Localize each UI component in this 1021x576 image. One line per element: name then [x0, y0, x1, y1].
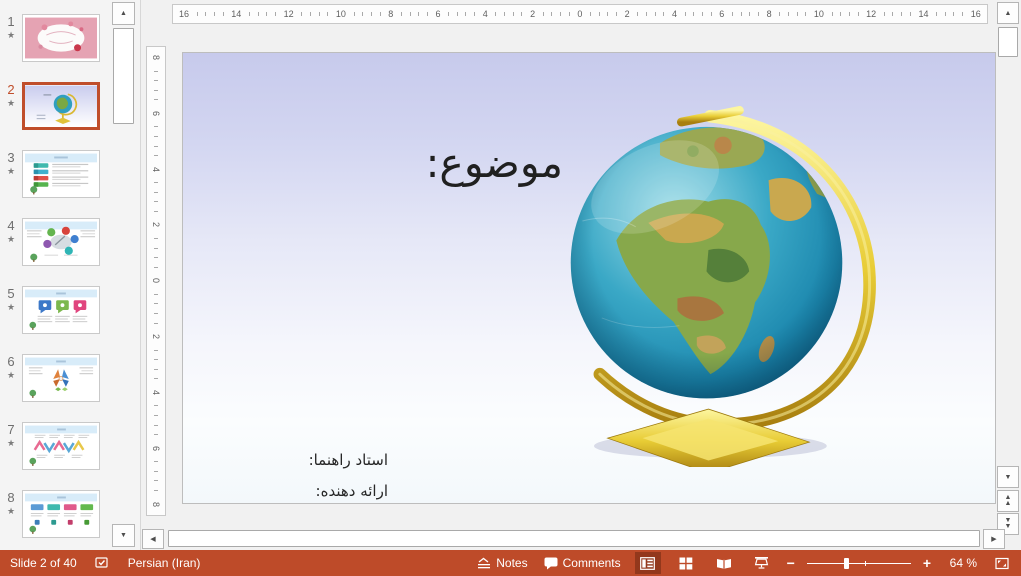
scroll-right-button[interactable]: ▶ [983, 529, 1005, 549]
arrow-shapes-slide-preview [25, 357, 97, 399]
zoom-in-button[interactable]: + [923, 556, 931, 570]
vertical-scrollbar-thumb[interactable] [998, 27, 1018, 57]
normal-view-icon [640, 557, 655, 570]
animation-star-icon: ★ [7, 234, 15, 244]
thumbnail-slide-8[interactable]: 8 ★ [0, 490, 100, 538]
four-column-slide-preview [25, 493, 97, 535]
slide-footer-textbox[interactable]: استاد راهنما: ارائه دهنده: [233, 445, 388, 504]
slide-show-button[interactable] [749, 552, 775, 574]
slide-number: 7 [7, 423, 14, 437]
thumbnail-slide-6[interactable]: 6 ★ [0, 354, 100, 402]
slide-sorter-icon [679, 557, 693, 570]
fit-slide-to-window-button[interactable] [989, 552, 1015, 574]
animation-star-icon: ★ [7, 302, 15, 312]
slide-thumbnail-panel: 1 ★ [0, 0, 141, 550]
thumbnail-graphic[interactable] [22, 150, 100, 198]
slide-indicator[interactable]: Slide 2 of 40 [10, 556, 77, 570]
slide-sorter-view-button[interactable] [673, 552, 699, 574]
thumbnails-scroll-up-button[interactable]: ▲ [112, 2, 135, 25]
zigzag-timeline-slide-preview [25, 425, 97, 467]
reading-view-icon [716, 557, 732, 570]
thumbnail-graphic[interactable] [22, 422, 100, 470]
comments-icon [544, 557, 558, 570]
thumbnail-graphic[interactable] [22, 490, 100, 538]
comments-label: Comments [563, 556, 621, 570]
thumbnail-slide-7[interactable]: 7 ★ [0, 422, 100, 470]
zoom-level[interactable]: 64 % [943, 556, 977, 570]
animation-star-icon: ★ [7, 370, 15, 380]
thumbnail-graphic[interactable] [22, 14, 100, 62]
animation-star-icon: ★ [7, 30, 15, 40]
notes-icon [477, 557, 491, 569]
slide-canvas[interactable]: موضوع: [182, 52, 996, 504]
notes-label: Notes [496, 556, 527, 570]
animation-star-icon: ★ [7, 98, 15, 108]
animation-star-icon: ★ [7, 438, 15, 448]
animation-star-icon: ★ [7, 166, 15, 176]
fit-to-window-icon [995, 557, 1009, 570]
zoom-slider-thumb[interactable] [844, 558, 849, 569]
previous-slide-button[interactable]: ▲▲ [997, 490, 1019, 512]
thumbnails-scrollbar-thumb[interactable] [113, 28, 134, 124]
zoom-out-button[interactable]: − [787, 556, 795, 570]
slide-number: 8 [7, 491, 14, 505]
circle-cluster-slide-preview [25, 221, 97, 263]
list-diagram-slide-preview [25, 153, 97, 195]
normal-view-button[interactable] [635, 552, 661, 574]
slide-show-icon [754, 556, 769, 570]
thumbnail-slide-4[interactable]: 4 ★ [0, 218, 100, 266]
slide-number: 5 [7, 287, 14, 301]
scroll-left-button[interactable]: ◀ [142, 529, 164, 549]
scroll-down-button[interactable]: ▼ [997, 466, 1019, 488]
slide-title-text[interactable]: موضوع: [378, 139, 563, 187]
thumbnail-graphic[interactable] [22, 286, 100, 334]
slide-number: 6 [7, 355, 14, 369]
supervisor-label: استاد راهنما: [233, 445, 388, 476]
thumbnail-graphic[interactable] [22, 82, 100, 130]
animation-star-icon: ★ [7, 506, 15, 516]
thumbnail-slide-3[interactable]: 3 ★ [0, 150, 100, 198]
slide-number: 2 [7, 83, 14, 97]
reading-view-button[interactable] [711, 552, 737, 574]
globe-image[interactable] [563, 101, 883, 467]
thumbnail-list: 1 ★ [0, 14, 100, 550]
slide-number: 1 [7, 15, 14, 29]
spell-check-icon[interactable] [93, 550, 112, 576]
language-indicator[interactable]: Persian (Iran) [128, 556, 201, 570]
floral-title-slide-preview [25, 17, 97, 59]
presenter-label: ارائه دهنده: [233, 476, 388, 504]
scroll-up-button[interactable]: ▲ [997, 2, 1019, 24]
thumbnail-slide-1[interactable]: 1 ★ [0, 14, 100, 62]
thumbnail-graphic[interactable] [22, 218, 100, 266]
thumbnails-scroll-down-button[interactable]: ▼ [112, 524, 135, 547]
thumbnail-slide-5[interactable]: 5 ★ [0, 286, 100, 334]
globe-slide-preview [25, 85, 97, 127]
thumbnail-graphic[interactable] [22, 354, 100, 402]
slide-number: 4 [7, 219, 14, 233]
horizontal-ruler: 1614121086420246810121416 [172, 4, 988, 24]
zoom-slider[interactable] [807, 557, 911, 570]
status-bar: Slide 2 of 40 Persian (Iran) Notes [0, 550, 1021, 576]
powerpoint-window: 1 ★ [0, 0, 1021, 576]
comments-button[interactable]: Comments [542, 550, 623, 576]
numbered-bubbles-slide-preview [25, 289, 97, 331]
vertical-ruler: 864202468 [146, 46, 166, 516]
slide-number: 3 [7, 151, 14, 165]
thumbnail-slide-2[interactable]: 2 ★ [0, 82, 100, 130]
horizontal-scrollbar-thumb[interactable] [168, 530, 980, 547]
notes-button[interactable]: Notes [475, 550, 529, 576]
